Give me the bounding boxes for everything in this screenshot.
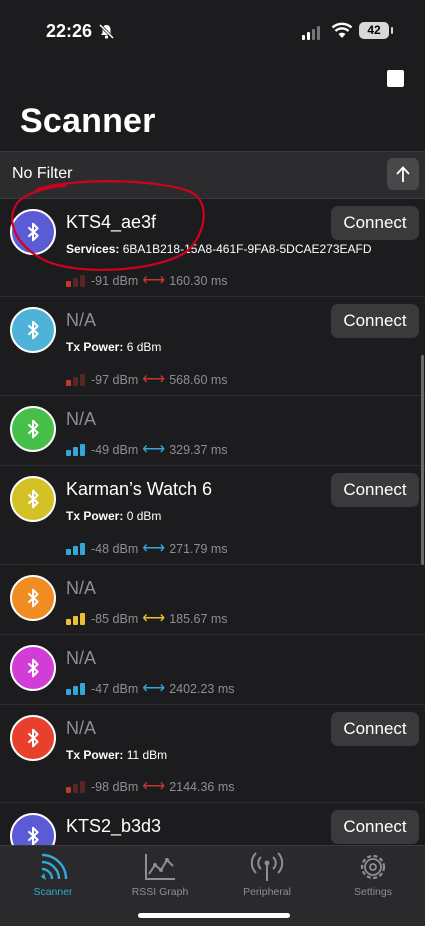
filter-toggle-button[interactable] (387, 158, 419, 190)
device-row[interactable]: N/A Tx Power: 11 dBm Connect -98 dBm ⟷ 2144.3… (0, 704, 425, 803)
interval-arrow-icon: ⟷ (142, 441, 166, 458)
tab-label: Settings (354, 886, 392, 898)
device-metrics: -91 dBm ⟷ 160.30 ms (66, 272, 228, 289)
signal-strength-icon (66, 543, 85, 555)
bluetooth-icon (10, 715, 56, 761)
device-row[interactable]: N/A -49 dBm ⟷ 329.37 ms (0, 395, 425, 466)
device-name: KTS2_b3d3 (66, 816, 162, 836)
advertising-interval: 2402.23 ms (169, 682, 235, 696)
device-name: N/A (66, 578, 97, 598)
detail-value: 11 dBm (126, 748, 168, 762)
device-row[interactable]: N/A -85 dBm ⟷ 185.67 ms (0, 564, 425, 635)
interval-arrow-icon: ⟷ (142, 610, 166, 627)
muted-bell-icon (98, 23, 115, 45)
battery-indicator: 42 (359, 22, 389, 39)
tab-label: Peripheral (243, 886, 291, 898)
device-metrics: -85 dBm ⟷ 185.67 ms (66, 610, 228, 627)
antenna-icon (217, 850, 317, 884)
device-detail: Tx Power: 11 dBm (66, 748, 167, 762)
stop-scan-button[interactable] (387, 70, 404, 87)
tab-scanner[interactable]: Scanner (3, 850, 103, 898)
bluetooth-icon (10, 645, 56, 691)
gear-icon (323, 850, 423, 884)
tab-label: Scanner (33, 886, 73, 898)
line-graph-icon (110, 850, 210, 884)
device-row[interactable]: Karman’s Watch 6 Tx Power: 0 dBm Connect -4… (0, 465, 425, 565)
device-metrics: -47 dBm ⟷ 2402.23 ms (66, 680, 235, 697)
advertising-interval: 329.37 ms (169, 443, 228, 457)
rssi-value: -47 dBm (91, 682, 139, 696)
advertising-interval: 185.67 ms (169, 612, 228, 626)
interval-arrow-icon: ⟷ (142, 371, 166, 388)
rssi-value: -98 dBm (91, 780, 139, 794)
bluetooth-icon (10, 307, 56, 353)
device-metrics: -98 dBm ⟷ 2144.36 ms (66, 778, 235, 795)
advertising-interval: 160.30 ms (169, 274, 228, 288)
tab-label: RSSI Graph (131, 886, 189, 898)
rssi-value: -91 dBm (91, 274, 139, 288)
page-title: Scanner (20, 102, 156, 140)
connect-button[interactable]: Connect (331, 206, 419, 240)
signal-strength-icon (66, 683, 85, 695)
rssi-value: -85 dBm (91, 612, 139, 626)
device-list[interactable]: KTS4_ae3f Services: 6BA1B218-15A8-461F-9F… (0, 198, 425, 845)
tab-settings[interactable]: Settings (323, 850, 423, 898)
battery-tip (391, 27, 393, 34)
wifi-icon (331, 22, 353, 44)
device-metrics: -48 dBm ⟷ 271.79 ms (66, 540, 228, 557)
signal-strength-icon (66, 613, 85, 625)
device-metrics: -49 dBm ⟷ 329.37 ms (66, 441, 228, 458)
tab-rssi-graph[interactable]: RSSI Graph (110, 850, 210, 898)
detail-label: Tx Power: (66, 748, 124, 762)
home-indicator (138, 913, 290, 918)
interval-arrow-icon: ⟷ (142, 540, 166, 557)
scroll-indicator (421, 355, 424, 565)
status-time: 22:26 (46, 21, 93, 41)
device-name: N/A (66, 718, 97, 738)
advertising-interval: 568.60 ms (169, 373, 228, 387)
device-row[interactable]: N/A Tx Power: 6 dBm Connect -97 dBm ⟷ 568.60 … (0, 296, 425, 396)
device-metrics: -97 dBm ⟷ 568.60 ms (66, 371, 228, 388)
bluetooth-icon (10, 476, 56, 522)
red-annotation-circle (11, 180, 205, 271)
cellular-signal-icon (302, 26, 320, 40)
interval-arrow-icon: ⟷ (142, 778, 166, 795)
advertising-interval: 2144.36 ms (169, 780, 235, 794)
device-name: Karman’s Watch 6 (66, 479, 213, 499)
rssi-value: -97 dBm (91, 373, 139, 387)
signal-strength-icon (66, 275, 85, 287)
detail-label: Tx Power: (66, 340, 124, 354)
device-name: N/A (66, 648, 97, 668)
interval-arrow-icon: ⟷ (142, 680, 166, 697)
detail-value: 0 dBm (126, 509, 162, 523)
status-bar: 22:26 42 (0, 0, 425, 62)
device-detail: Tx Power: 0 dBm (66, 509, 161, 523)
rssi-value: -49 dBm (91, 443, 139, 457)
connect-button[interactable]: Connect (331, 304, 419, 338)
device-name: N/A (66, 310, 97, 330)
connect-button[interactable]: Connect (331, 473, 419, 507)
arrow-up-icon (396, 166, 410, 182)
signal-strength-icon (66, 374, 85, 386)
detail-label: Tx Power: (66, 509, 124, 523)
connect-button[interactable]: Connect (331, 810, 419, 844)
bluetooth-icon (10, 406, 56, 452)
connect-button[interactable]: Connect (331, 712, 419, 746)
device-row[interactable]: KTS2_b3d3 Connect (0, 802, 425, 845)
bluetooth-icon (10, 575, 56, 621)
signal-strength-icon (66, 444, 85, 456)
signal-strength-icon (66, 781, 85, 793)
scanner-waves-icon (3, 850, 103, 884)
advertising-interval: 271.79 ms (169, 542, 228, 556)
rssi-value: -48 dBm (91, 542, 139, 556)
device-detail: Tx Power: 6 dBm (66, 340, 161, 354)
bluetooth-icon (10, 813, 56, 845)
detail-value: 6 dBm (126, 340, 162, 354)
device-name: N/A (66, 409, 97, 429)
tab-peripheral[interactable]: Peripheral (217, 850, 317, 898)
device-row[interactable]: N/A -47 dBm ⟷ 2402.23 ms (0, 634, 425, 705)
interval-arrow-icon: ⟷ (142, 272, 166, 289)
